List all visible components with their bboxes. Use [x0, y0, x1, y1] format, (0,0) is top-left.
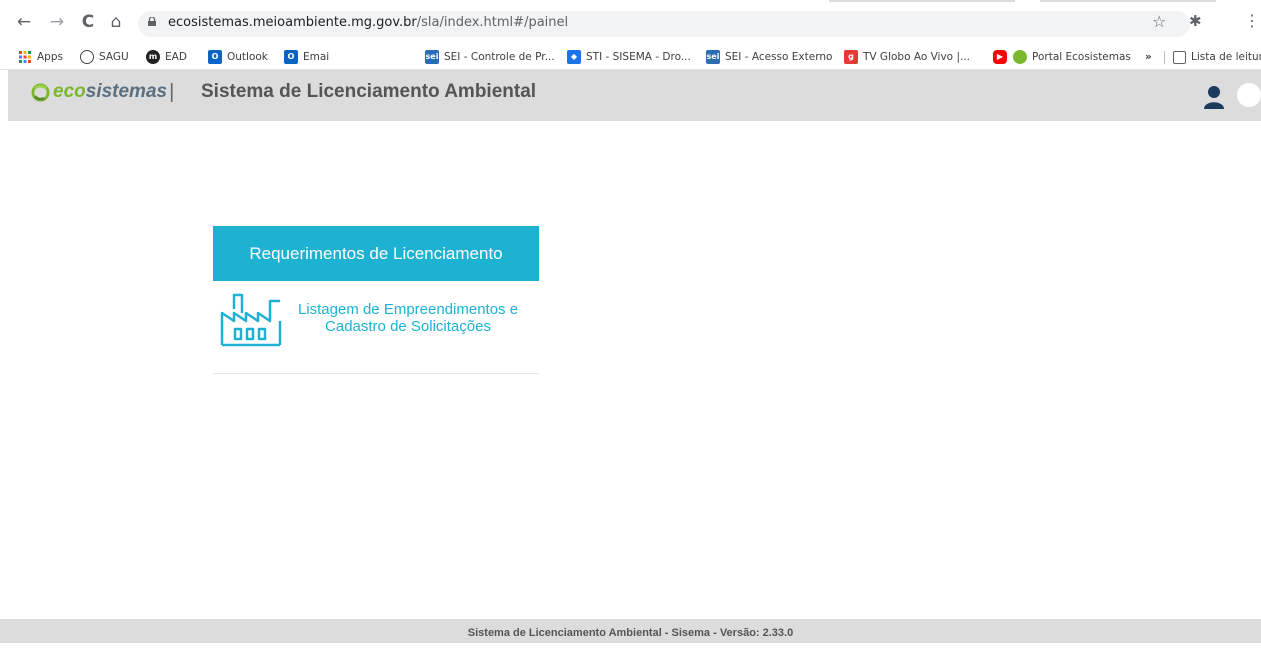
ecosistemas-leaf-icon: [31, 82, 50, 102]
bookmark-label: SEI - Acesso Externo: [725, 51, 833, 63]
bookmark-label: Outlook: [227, 51, 268, 63]
outlook-icon: O: [284, 50, 298, 64]
tab-strip-edge: [1040, 0, 1216, 2]
app-header: eco sistemas | Sistema de Licenciamento …: [8, 70, 1261, 121]
dropbox-icon: ◆: [567, 50, 581, 64]
ead-icon: m: [146, 50, 160, 64]
bookmark-star-icon[interactable]: ☆: [1152, 12, 1166, 31]
bookmark-outlook[interactable]: O Outlook: [208, 49, 268, 65]
user-icon[interactable]: [1204, 85, 1224, 109]
card-link-line-1: Listagem de Empreendimentos e: [297, 301, 519, 318]
reading-list-button[interactable]: Lista de leitur: [1173, 49, 1261, 65]
bookmark-label: Portal Ecosistemas: [1032, 51, 1131, 63]
bookmark-apps[interactable]: Apps: [18, 49, 63, 65]
bookmark-label: SAGU: [99, 51, 129, 63]
licensing-requests-card: Requerimentos de Licenciamento Listagem …: [213, 226, 539, 374]
reload-button[interactable]: C: [78, 12, 98, 32]
bookmark-tv-globo[interactable]: g TV Globo Ao Vivo |...: [844, 49, 970, 65]
bookmark-portal-ecosistemas[interactable]: Portal Ecosistemas: [1013, 49, 1131, 65]
reading-list-icon: [1173, 50, 1186, 64]
youtube-icon: ▶: [993, 50, 1007, 64]
sagu-icon: [80, 50, 94, 64]
avatar[interactable]: [1237, 83, 1261, 107]
url-path: /sla/index.html#/painel: [416, 15, 569, 30]
ecosistemas-icon: [1013, 50, 1027, 64]
bookmark-label: STI - SISEMA - Dro...: [586, 51, 691, 63]
logo-sistemas-text: sistemas: [85, 81, 168, 102]
bookmarks-bar: Apps SAGU m EAD O Outlook O Emai sei SEI…: [0, 44, 1261, 70]
bookmark-sagu[interactable]: SAGU: [80, 49, 129, 65]
bookmarks-separator: [1164, 51, 1165, 64]
outlook-icon: O: [208, 50, 222, 64]
extensions-icon[interactable]: ✱: [1189, 12, 1202, 30]
footer-version: Sistema de Licenciamento Ambiental - Sis…: [0, 619, 1261, 643]
lock-icon: [148, 17, 156, 26]
bookmark-label: Apps: [37, 51, 63, 63]
address-bar[interactable]: ecosistemas.meioambiente.mg.gov.br/sla/i…: [138, 11, 1190, 37]
page-title: Sistema de Licenciamento Ambiental: [201, 81, 537, 102]
card-link-text: Listagem de Empreendimentos e Cadastro d…: [283, 301, 533, 335]
sei-icon: sei: [706, 50, 720, 64]
globo-icon: g: [844, 50, 858, 64]
apps-grid-icon: [19, 51, 31, 63]
browser-menu-icon[interactable]: ⋮: [1244, 11, 1260, 30]
bookmark-sei-controle[interactable]: sei SEI - Controle de Pr...: [425, 49, 555, 65]
back-button[interactable]: ←: [14, 12, 34, 32]
bookmark-ead[interactable]: m EAD: [146, 49, 187, 65]
home-button[interactable]: ⌂: [106, 12, 126, 32]
card-header-button[interactable]: Requerimentos de Licenciamento: [213, 226, 539, 281]
bookmark-youtube[interactable]: ▶: [993, 49, 1012, 65]
tab-strip-edge: [829, 0, 1015, 2]
enterprises-listing-link[interactable]: Listagem de Empreendimentos e Cadastro d…: [213, 281, 539, 373]
bookmark-sti-sisema[interactable]: ◆ STI - SISEMA - Dro...: [567, 49, 691, 65]
url-text: ecosistemas.meioambiente.mg.gov.br/sla/i…: [168, 15, 568, 30]
bookmark-label: SEI - Controle de Pr...: [444, 51, 555, 63]
bookmark-sei-acesso[interactable]: sei SEI - Acesso Externo: [706, 49, 832, 65]
sei-icon: sei: [425, 50, 439, 64]
bookmarks-overflow-button[interactable]: »: [1145, 49, 1152, 65]
factory-icon: [220, 293, 282, 347]
bookmark-label: Lista de leitur: [1191, 51, 1261, 63]
browser-toolbar: ← → C ⌂ ecosistemas.meioambiente.mg.gov.…: [0, 0, 1261, 44]
ecosistemas-logo[interactable]: eco sistemas |: [31, 80, 174, 104]
logo-separator: |: [169, 80, 175, 103]
forward-button[interactable]: →: [47, 12, 67, 32]
bookmark-emai[interactable]: O Emai: [284, 49, 329, 65]
bookmark-label: EAD: [165, 51, 187, 63]
logo-eco-text: eco: [53, 81, 86, 102]
bookmark-label: Emai: [303, 51, 330, 63]
card-link-line-2: Cadastro de Solicitações: [325, 318, 491, 335]
card-divider: [213, 373, 539, 374]
url-host: ecosistemas.meioambiente.mg.gov.br: [168, 15, 417, 30]
bookmark-label: TV Globo Ao Vivo |...: [863, 51, 970, 63]
